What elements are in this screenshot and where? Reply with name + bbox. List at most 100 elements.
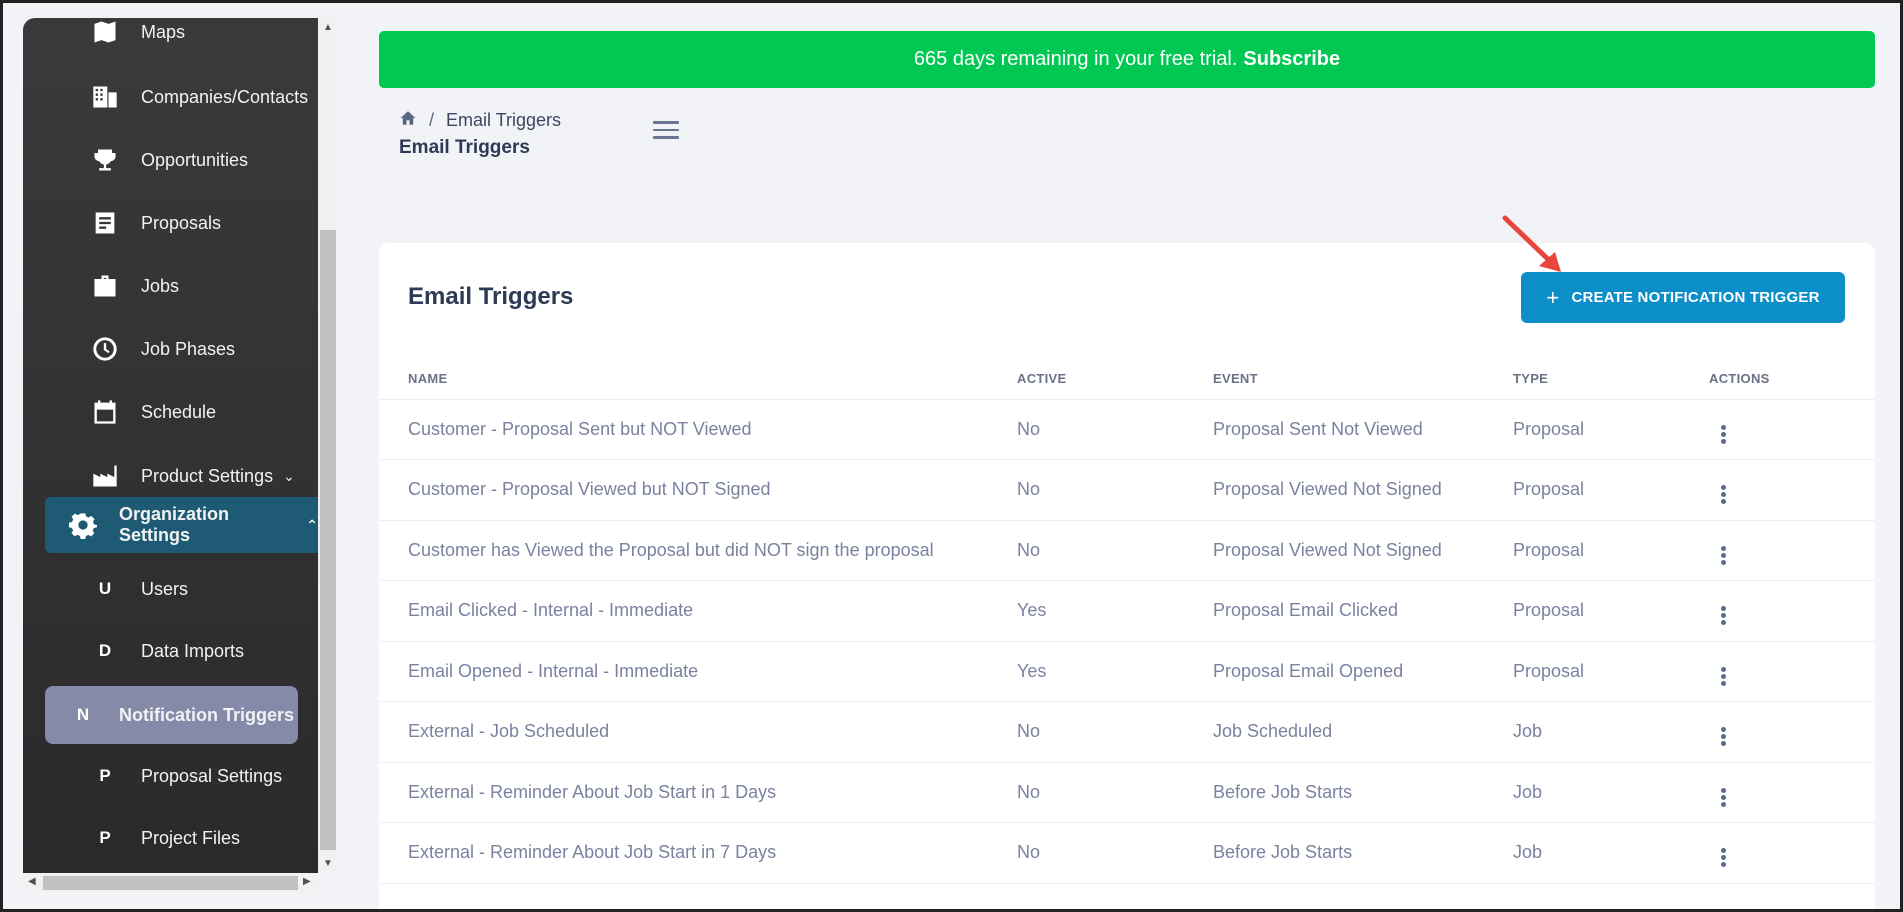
- trigger-event: Job Scheduled: [1213, 701, 1513, 763]
- create-button-label: CREATE NOTIFICATION TRIGGER: [1571, 289, 1820, 306]
- table-row[interactable]: External - Reminder About Job Start in 1…: [379, 762, 1875, 823]
- more-actions-icon[interactable]: [1721, 484, 1726, 505]
- table-row[interactable]: Email Opened - Internal - Immediate Yes …: [379, 641, 1875, 702]
- trigger-name[interactable]: Email Clicked - Internal - Immediate: [379, 580, 1017, 642]
- sidebar-item-product-settings[interactable]: Product Settings ⌄: [45, 448, 318, 504]
- trigger-event: Before Job Starts: [1213, 762, 1513, 823]
- scroll-down-arrow-icon[interactable]: ▼: [323, 858, 333, 869]
- clock-icon: [91, 335, 119, 363]
- sidebar-item-label: Notification Triggers: [119, 704, 295, 725]
- more-actions-icon[interactable]: [1721, 726, 1726, 747]
- building-icon: [91, 83, 119, 111]
- sidebar-item-job-phases[interactable]: Job Phases: [45, 321, 318, 377]
- more-actions-icon[interactable]: [1721, 847, 1726, 868]
- trigger-event: Proposal Email Clicked: [1213, 580, 1513, 642]
- app-window: Maps Companies/Contacts Opportunities Pr…: [0, 0, 1903, 912]
- scrollbar-thumb[interactable]: [320, 230, 336, 850]
- sidebar-item-organization-settings[interactable]: Organization Settings ⌃: [45, 497, 318, 553]
- create-notification-trigger-button[interactable]: + CREATE NOTIFICATION TRIGGER: [1521, 272, 1845, 323]
- sidebar-item-data-imports[interactable]: D Data Imports: [45, 623, 318, 679]
- sidebar-item-label: Maps: [141, 21, 186, 42]
- triggers-table: NAME ACTIVE EVENT TYPE ACTIONS Customer …: [379, 358, 1875, 884]
- table-row[interactable]: Customer - Proposal Sent but NOT Viewed …: [379, 399, 1875, 460]
- sidebar-item-label: Jobs: [141, 275, 180, 296]
- table-row[interactable]: External - Reminder About Job Start in 7…: [379, 822, 1875, 884]
- trigger-type: Job: [1513, 822, 1709, 884]
- sidebar-item-proposal-settings[interactable]: P Proposal Settings: [45, 748, 318, 804]
- trigger-type: Proposal: [1513, 641, 1709, 702]
- chevron-up-icon: ⌃: [306, 516, 318, 533]
- sidebar-item-label: Project Files: [141, 827, 241, 848]
- trigger-name[interactable]: External - Reminder About Job Start in 7…: [379, 822, 1017, 884]
- sidebar-item-jobs[interactable]: Jobs: [45, 258, 318, 314]
- menu-icon[interactable]: [653, 121, 679, 141]
- trigger-active: Yes: [1017, 641, 1213, 702]
- sidebar-horizontal-scrollbar[interactable]: ◀ ▶: [23, 873, 318, 893]
- calendar-icon: [91, 398, 119, 426]
- sidebar-item-notification-triggers[interactable]: N Notification Triggers: [45, 686, 298, 744]
- sidebar-item-proposals[interactable]: Proposals: [45, 195, 318, 251]
- trigger-type: Job: [1513, 762, 1709, 823]
- trigger-event: Proposal Email Opened: [1213, 641, 1513, 702]
- sidebar-item-project-files[interactable]: P Project Files: [45, 810, 318, 866]
- sidebar-item-label: Product Settings: [141, 465, 274, 486]
- trigger-name[interactable]: Customer - Proposal Viewed but NOT Signe…: [379, 459, 1017, 521]
- breadcrumb-separator: /: [429, 110, 435, 130]
- scroll-right-arrow-icon[interactable]: ▶: [303, 876, 311, 887]
- more-actions-icon[interactable]: [1721, 666, 1726, 687]
- sidebar: Maps Companies/Contacts Opportunities Pr…: [23, 18, 318, 873]
- sidebar-item-label: Schedule: [141, 401, 217, 422]
- trigger-active: No: [1017, 701, 1213, 763]
- sidebar-item-label: Companies/Contacts: [141, 86, 309, 107]
- trigger-type: Proposal: [1513, 580, 1709, 642]
- sidebar-item-label: Organization Settings: [119, 504, 230, 545]
- trigger-name[interactable]: Email Opened - Internal - Immediate: [379, 641, 1017, 702]
- subscribe-link[interactable]: Subscribe: [1243, 48, 1340, 71]
- sidebar-vertical-scrollbar[interactable]: ▲ ▼: [318, 18, 338, 873]
- more-actions-icon[interactable]: [1721, 787, 1726, 808]
- map-icon: [91, 18, 119, 46]
- table-row[interactable]: Email Clicked - Internal - Immediate Yes…: [379, 580, 1875, 642]
- trigger-name[interactable]: Customer has Viewed the Proposal but did…: [379, 520, 1017, 581]
- breadcrumb-current: Email Triggers: [446, 110, 562, 130]
- more-actions-icon[interactable]: [1721, 424, 1726, 445]
- sidebar-item-opportunities[interactable]: Opportunities: [45, 132, 318, 188]
- trigger-type: Job: [1513, 701, 1709, 763]
- page-title: Email Triggers: [399, 137, 530, 158]
- trigger-name[interactable]: External - Job Scheduled: [379, 701, 1017, 763]
- email-triggers-card: Email Triggers + CREATE NOTIFICATION TRI…: [379, 215, 1875, 909]
- trigger-active: No: [1017, 822, 1213, 884]
- trigger-active: No: [1017, 520, 1213, 581]
- column-header-type[interactable]: TYPE: [1513, 358, 1709, 400]
- trigger-event: Proposal Viewed Not Signed: [1213, 520, 1513, 581]
- trigger-active: Yes: [1017, 580, 1213, 642]
- column-header-active[interactable]: ACTIVE: [1017, 358, 1213, 400]
- letter-icon: P: [99, 828, 111, 847]
- trigger-name[interactable]: External - Reminder About Job Start in 1…: [379, 762, 1017, 823]
- sidebar-item-companies-contacts[interactable]: Companies/Contacts: [45, 69, 318, 125]
- column-header-name[interactable]: NAME: [379, 358, 1017, 400]
- table-row[interactable]: Customer has Viewed the Proposal but did…: [379, 520, 1875, 581]
- table-header-row: NAME ACTIVE EVENT TYPE ACTIONS: [379, 358, 1875, 400]
- plus-icon: +: [1546, 284, 1560, 310]
- table-row[interactable]: External - Job Scheduled No Job Schedule…: [379, 701, 1875, 763]
- scroll-left-arrow-icon[interactable]: ◀: [28, 876, 36, 887]
- card-title: Email Triggers: [408, 283, 574, 310]
- trigger-name[interactable]: Customer - Proposal Sent but NOT Viewed: [379, 399, 1017, 460]
- more-actions-icon[interactable]: [1721, 605, 1726, 626]
- sidebar-item-maps[interactable]: Maps: [45, 18, 318, 60]
- annotation-arrow-icon: [1502, 215, 1561, 272]
- more-actions-icon[interactable]: [1721, 545, 1726, 566]
- factory-icon: [91, 462, 119, 490]
- column-header-actions: ACTIONS: [1709, 358, 1875, 400]
- home-icon[interactable]: [399, 109, 417, 132]
- sidebar-item-schedule[interactable]: Schedule: [45, 384, 318, 440]
- column-header-event[interactable]: EVENT: [1213, 358, 1513, 400]
- scroll-up-arrow-icon[interactable]: ▲: [323, 22, 333, 33]
- trigger-type: Proposal: [1513, 459, 1709, 521]
- sidebar-item-label: Proposal Settings: [141, 765, 283, 786]
- sidebar-item-users[interactable]: U Users: [45, 561, 318, 617]
- scrollbar-thumb[interactable]: [43, 876, 298, 890]
- table-row[interactable]: Customer - Proposal Viewed but NOT Signe…: [379, 459, 1875, 521]
- sidebar-item-label: Users: [141, 578, 189, 599]
